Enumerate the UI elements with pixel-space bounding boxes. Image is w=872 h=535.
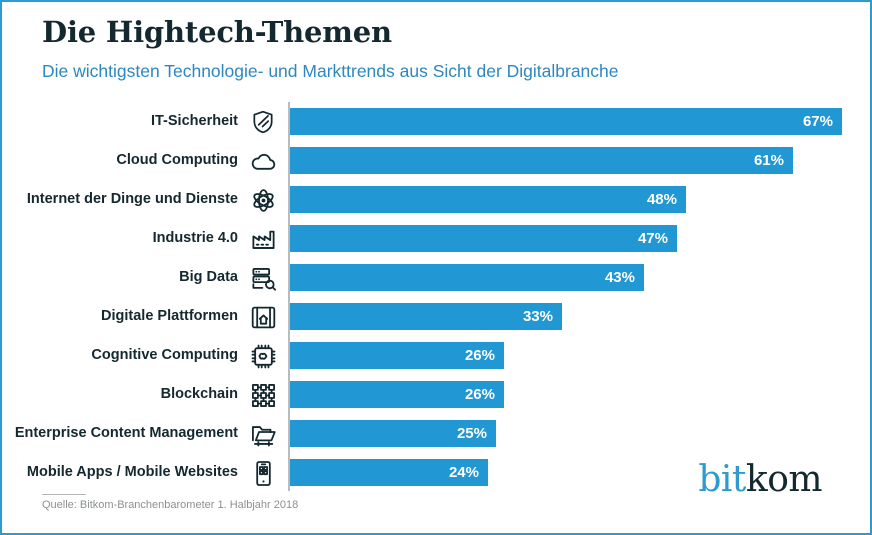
bar-value-label: 33%	[522, 308, 553, 325]
bar-category-label: Industrie 4.0	[152, 230, 238, 246]
bar-value-label: 26%	[464, 386, 495, 403]
bar: 33%	[290, 303, 562, 330]
source-divider	[42, 494, 86, 495]
bar-chart: IT-Sicherheit 67% Cloud Computing 61% Intern…	[2, 102, 870, 492]
bar: 26%	[290, 342, 504, 369]
bar-category-label: Digitale Plattformen	[101, 308, 238, 324]
page-subtitle: Die wichtigsten Technologie- und Markttr…	[42, 61, 619, 81]
blockchain-grid-icon	[246, 381, 280, 409]
bar: 47%	[290, 225, 677, 252]
bar-value-label: 61%	[753, 152, 784, 169]
bar-row: Cognitive Computing 26%	[2, 336, 870, 375]
bar-row: Digitale Plattformen 33%	[2, 297, 870, 336]
bar-category-label: Blockchain	[160, 386, 238, 402]
bar-category-label: Cognitive Computing	[91, 347, 238, 363]
shield-icon	[246, 108, 280, 136]
bar: 48%	[290, 186, 686, 213]
bar-row: Internet der Dinge und Dienste 48%	[2, 180, 870, 219]
bar: 43%	[290, 264, 644, 291]
source-note: Quelle: Bitkom-Branchenbarometer 1. Halb…	[42, 499, 299, 511]
server-search-icon	[246, 264, 280, 292]
bar-row: IT-Sicherheit 67%	[2, 102, 870, 141]
bar-row: Cloud Computing 61%	[2, 141, 870, 180]
folder-icon	[246, 420, 280, 448]
bitkom-logo: bitkom	[698, 460, 822, 500]
mobile-phone-icon	[246, 459, 280, 487]
bar-value-label: 47%	[637, 230, 668, 247]
cloud-icon	[246, 147, 280, 175]
bar-category-label: IT-Sicherheit	[150, 113, 238, 129]
bar-value-label: 24%	[448, 464, 479, 481]
bar-category-label: Cloud Computing	[116, 152, 238, 168]
atom-network-icon	[246, 186, 280, 214]
bar: 26%	[290, 381, 504, 408]
bar: 61%	[290, 147, 793, 174]
bar-value-label: 26%	[464, 347, 495, 364]
bar: 24%	[290, 459, 488, 486]
bar-row: Enterprise Content Management 25%	[2, 414, 870, 453]
bar-row: Industrie 4.0 47%	[2, 219, 870, 258]
logo-text-bit: bit	[698, 459, 746, 500]
bar-row: Blockchain 26%	[2, 375, 870, 414]
bar-category-label: Big Data	[179, 269, 238, 285]
page-title: Die Hightech-Themen	[42, 15, 392, 49]
bar-value-label: 25%	[456, 425, 487, 442]
platform-home-icon	[246, 303, 280, 331]
bar-category-label: Enterprise Content Management	[14, 425, 238, 441]
bar-value-label: 48%	[646, 191, 677, 208]
factory-icon	[246, 225, 280, 253]
bar-category-label: Internet der Dinge und Dienste	[26, 191, 238, 207]
bar-value-label: 67%	[802, 113, 833, 130]
infographic-root: Die Hightech-Themen Die wichtigsten Tech…	[0, 0, 872, 535]
bar: 25%	[290, 420, 496, 447]
bar-category-label: Mobile Apps / Mobile Websites	[26, 464, 238, 480]
logo-text-kom: kom	[745, 459, 823, 500]
bar-rows: IT-Sicherheit 67% Cloud Computing 61% Intern…	[2, 102, 870, 492]
bar: 67%	[290, 108, 842, 135]
bar-row: Big Data 43%	[2, 258, 870, 297]
header: Die Hightech-Themen Die wichtigsten Tech…	[42, 14, 842, 84]
bar-value-label: 43%	[604, 269, 635, 286]
cpu-brain-icon	[246, 342, 280, 370]
